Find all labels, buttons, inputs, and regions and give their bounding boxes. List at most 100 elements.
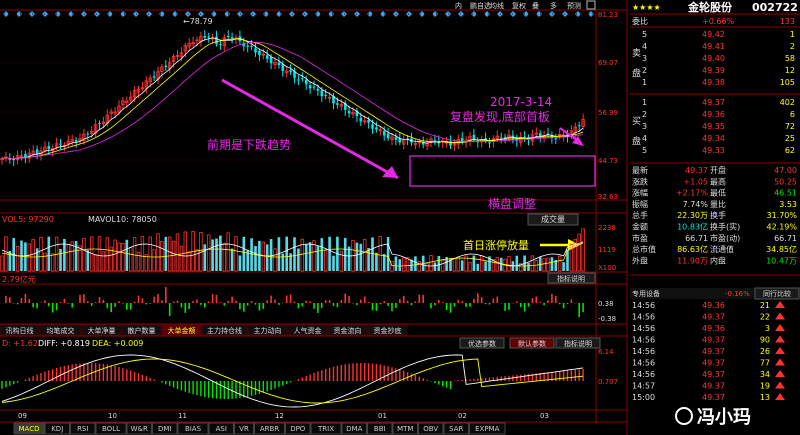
volume-bar	[386, 237, 390, 271]
candle-body	[226, 35, 230, 37]
buy-level: 1	[642, 98, 647, 107]
sell-price: 49.40	[702, 54, 725, 63]
stat-value: 22.30万	[677, 211, 708, 220]
macd-param-label: 优选参数	[468, 339, 496, 348]
tick-price: 49.37	[702, 313, 725, 322]
stock-chart-window: 内鹏自选 均线 复权叠 多 预测 81.23 69.07 56.99 44.73 32.63 ←…	[0, 0, 800, 435]
buy-price: 49.35	[702, 122, 725, 131]
tick-volume: 21	[760, 301, 770, 310]
toolbar-button[interactable]: 内	[455, 1, 462, 10]
stat-label: 流通值	[710, 244, 734, 254]
candle-body	[152, 76, 156, 78]
annotation-first-limit: 首日涨停放量	[463, 238, 529, 252]
candle-body	[254, 48, 257, 53]
tick-time: 14:56	[632, 324, 655, 333]
stock-code: 002722	[752, 1, 798, 14]
stat-label: 换手(实)	[710, 222, 740, 232]
candle-body	[277, 62, 281, 66]
candle-body	[74, 140, 78, 142]
month-label: 09	[18, 412, 27, 420]
month-label: 12	[275, 412, 284, 420]
sell-level: 3	[642, 54, 647, 63]
candle-body	[336, 103, 339, 105]
weibi-value: +0.66%	[702, 17, 735, 26]
candle-body	[308, 85, 312, 89]
macd-tick-label: 0.707	[598, 378, 618, 386]
volume-bar	[285, 236, 288, 271]
candle-body	[269, 57, 273, 64]
buy-price: 49.37	[702, 98, 725, 107]
weibi-label: 委比	[632, 16, 648, 26]
buy-level: 4	[642, 134, 647, 143]
volume-bar	[269, 239, 273, 271]
indicator-bottom-tab-label: MACD	[19, 425, 40, 433]
candle-body	[304, 79, 308, 85]
stat-label: 量比	[710, 199, 726, 209]
peer-compare-label: 同行比较	[763, 289, 791, 298]
buy-side-label: 盘	[632, 135, 641, 147]
toolbar-button[interactable]: 预测	[567, 1, 581, 10]
annotation-consolidation: 横盘调整	[488, 196, 536, 211]
toolbar-button[interactable]: 多	[550, 1, 557, 10]
rating-stars: ★★★★	[632, 3, 661, 12]
buy-level: 3	[642, 122, 647, 131]
volume-bar	[367, 248, 370, 271]
indicator-tab-label: 资金流向	[334, 326, 362, 335]
indicator-bottom-tab-label: TRIX	[317, 425, 334, 433]
buy-price: 49.33	[702, 146, 725, 155]
volume-bar	[527, 262, 530, 271]
indicator-bottom-tab-label: ASI	[216, 425, 227, 433]
volume-bar	[472, 255, 476, 271]
sell-level: 4	[642, 42, 647, 51]
candle-body	[316, 88, 320, 91]
candle-body	[230, 37, 234, 39]
tick-price: 49.37	[702, 393, 725, 402]
volume-bar	[320, 238, 324, 271]
stat-value: 66.71	[774, 234, 797, 243]
stat-label: 总市值	[632, 244, 656, 254]
toolbar-button[interactable]: 均线	[490, 1, 504, 10]
indicator-bottom-tab-label: BIAS	[185, 425, 202, 433]
indicator-tab-label: 大单净量	[88, 326, 116, 335]
buy-side-label: 买	[632, 116, 641, 127]
candle-body	[449, 141, 452, 146]
sell-volume: 2	[790, 42, 795, 51]
candle-body	[258, 50, 261, 55]
candle-body	[386, 133, 390, 139]
stat-value: 50.25	[774, 177, 797, 186]
sell-side-label: 卖	[632, 48, 641, 59]
tick-volume: 90	[760, 336, 770, 345]
candle-body	[289, 70, 292, 72]
stat-value: 66.71	[685, 234, 708, 243]
stat-value: 42.19%	[766, 223, 797, 232]
candle-body	[203, 35, 207, 38]
volume-bar	[125, 239, 129, 271]
buy-price: 49.34	[702, 134, 725, 143]
volume-bar	[265, 244, 269, 271]
volume-bar	[203, 244, 207, 271]
sell-volume: 12	[785, 66, 795, 75]
macd-value-label: DIFF: +0.819	[38, 339, 90, 348]
volume-bar	[86, 250, 90, 271]
macd-tick-label: 6.14	[598, 348, 614, 356]
macd-param-label: 默认参数	[518, 339, 546, 348]
macd-labels: D: +1.62 DIFF: +0.819 DEA: +0.009	[2, 339, 143, 348]
volume-button-label: 成交量	[541, 214, 565, 224]
toolbar-button[interactable]: 鹏自选	[470, 1, 491, 10]
indicator-bottom-tab-label: EXPMA	[475, 425, 499, 433]
stat-value: 7.74%	[683, 200, 709, 209]
month-label: 10	[108, 412, 117, 420]
vol5-label: VOL5: 97290	[2, 215, 54, 224]
toolbar-button[interactable]: 叠	[532, 2, 539, 10]
indicator-tabs: 讯构日线 均笔成交 大单净量 散户数量 大单金额 主力持仓线 主力动向 人气资金 资金流向 资金抄…	[0, 324, 408, 336]
toolbar-button[interactable]: 复权	[512, 1, 526, 10]
candle-body	[324, 95, 327, 97]
tick-price: 49.37	[702, 336, 725, 345]
watermark-text: 冯小玛	[697, 407, 751, 428]
sell-price: 49.42	[702, 30, 725, 39]
candle-body	[554, 138, 558, 140]
candle-body	[35, 149, 39, 154]
volume-bar	[371, 237, 374, 271]
volume-bar	[355, 242, 359, 271]
candle-body	[375, 127, 378, 130]
